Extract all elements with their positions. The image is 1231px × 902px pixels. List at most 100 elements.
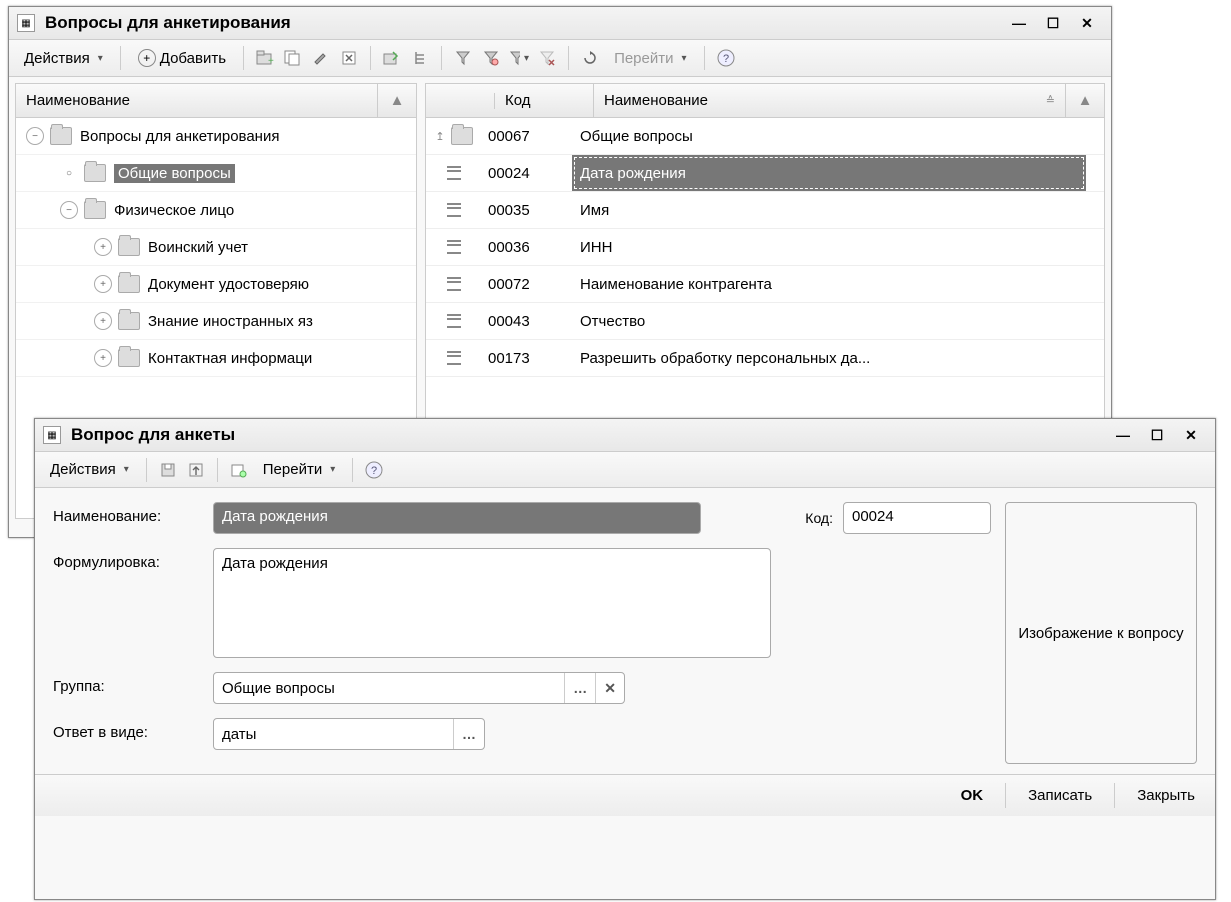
add-button[interactable]: + Добавить	[129, 44, 235, 72]
close-button[interactable]: ✕	[1077, 13, 1097, 33]
name-cell: Общие вопросы	[572, 118, 1086, 154]
code-cell: 00024	[482, 165, 572, 182]
table-row[interactable]: 00035Имя	[426, 192, 1104, 229]
ok-button[interactable]: OK	[953, 783, 992, 808]
item-icon	[426, 240, 482, 254]
expander-icon[interactable]: −	[26, 127, 44, 145]
table-row[interactable]: 00036ИНН	[426, 229, 1104, 266]
select-button[interactable]: …	[453, 719, 484, 749]
code-input[interactable]: 00024	[843, 502, 991, 534]
table-row[interactable]: 00024Дата рождения	[426, 155, 1104, 192]
window-title: Вопросы для анкетирования	[45, 13, 1009, 33]
expander-icon[interactable]: +	[94, 349, 112, 367]
table-row[interactable]: 00072Наименование контрагента	[426, 266, 1104, 303]
code-column-header[interactable]: Код	[495, 84, 594, 117]
tree-node-contact[interactable]: + Контактная информаци	[16, 340, 416, 377]
folder-icon	[118, 275, 140, 293]
question-form-window: ▦ Вопрос для анкеты — ☐ ✕ Действия Перей…	[34, 418, 1216, 900]
clear-button[interactable]: ✕	[595, 673, 624, 703]
tree-root[interactable]: − Вопросы для анкетирования	[16, 118, 416, 155]
name-label: Наименование:	[53, 502, 213, 525]
actions-menu[interactable]: Действия	[15, 45, 112, 72]
save-icon[interactable]	[157, 459, 179, 481]
tree-node-person[interactable]: − Физическое лицо	[16, 192, 416, 229]
tree-header[interactable]: Наименование	[16, 84, 378, 117]
name-cell: Разрешить обработку персональных да...	[572, 340, 1086, 376]
table-row[interactable]: 00173Разрешить обработку персональных да…	[426, 340, 1104, 377]
copy-icon[interactable]	[282, 47, 304, 69]
maximize-button[interactable]: ☐	[1147, 425, 1167, 445]
actions-menu[interactable]: Действия	[41, 456, 138, 483]
goto-menu[interactable]: Перейти	[254, 456, 344, 483]
save-button[interactable]: Записать	[1020, 783, 1100, 808]
filter-off-icon[interactable]	[480, 47, 502, 69]
name-cell: ИНН	[572, 229, 1086, 265]
clear-filter-icon[interactable]	[536, 47, 558, 69]
name-cell: Дата рождения	[572, 155, 1086, 191]
titlebar[interactable]: ▦ Вопрос для анкеты — ☐ ✕	[35, 419, 1215, 452]
expander-icon[interactable]: +	[94, 238, 112, 256]
folder-icon	[118, 312, 140, 330]
name-column-header[interactable]: Наименование ≙	[594, 84, 1066, 117]
help-icon[interactable]: ?	[715, 47, 737, 69]
filter-menu-icon[interactable]	[508, 47, 530, 69]
goto-menu[interactable]: Перейти	[605, 45, 695, 72]
svg-text:?: ?	[722, 53, 728, 65]
item-icon	[426, 277, 482, 291]
expander-icon[interactable]: +	[94, 312, 112, 330]
close-button[interactable]: ✕	[1181, 425, 1201, 445]
group-input[interactable]	[214, 675, 564, 702]
tree-node-general[interactable]: ○ Общие вопросы	[16, 155, 416, 192]
form-footer: OK Записать Закрыть	[35, 774, 1215, 816]
maximize-button[interactable]: ☐	[1043, 13, 1063, 33]
minimize-button[interactable]: —	[1113, 425, 1133, 445]
folder-icon	[118, 238, 140, 256]
add-group-icon[interactable]: +	[254, 47, 276, 69]
scroll-up-icon[interactable]: ▲	[1066, 84, 1104, 117]
window-title: Вопрос для анкеты	[71, 425, 1113, 445]
move-item-icon[interactable]	[381, 47, 403, 69]
answer-type-input[interactable]	[214, 721, 453, 748]
select-button[interactable]: …	[564, 673, 595, 703]
code-cell: 00035	[482, 202, 572, 219]
folder-icon	[84, 201, 106, 219]
item-icon	[426, 166, 482, 180]
scroll-up-icon[interactable]: ▲	[378, 84, 416, 117]
tree-node-identity[interactable]: + Документ удостоверяю	[16, 266, 416, 303]
toolbar: Действия Перейти ?	[35, 452, 1215, 488]
reread-icon[interactable]	[185, 459, 207, 481]
edit-icon[interactable]	[310, 47, 332, 69]
expander-icon[interactable]: ○	[60, 164, 78, 182]
name-input[interactable]: Дата рождения	[213, 502, 701, 534]
titlebar[interactable]: ▦ Вопросы для анкетирования — ☐ ✕	[9, 7, 1111, 40]
refresh-icon[interactable]	[579, 47, 601, 69]
table-row[interactable]: ↥00067Общие вопросы	[426, 118, 1104, 155]
expander-icon[interactable]: +	[94, 275, 112, 293]
code-cell: 00043	[482, 313, 572, 330]
tree-node-languages[interactable]: + Знание иностранных яз	[16, 303, 416, 340]
hierarchy-icon[interactable]	[409, 47, 431, 69]
delete-icon[interactable]	[338, 47, 360, 69]
code-cell: 00067	[482, 128, 572, 145]
group-label: Группа:	[53, 672, 213, 695]
code-cell: 00072	[482, 276, 572, 293]
minimize-button[interactable]: —	[1009, 13, 1029, 33]
item-icon	[426, 351, 482, 365]
folder-icon	[50, 127, 72, 145]
folder-icon	[118, 349, 140, 367]
tree-node-military[interactable]: + Воинский учет	[16, 229, 416, 266]
folder-icon: ↥	[426, 127, 482, 145]
create-from-icon[interactable]	[228, 459, 250, 481]
wording-textarea[interactable]: Дата рождения	[213, 548, 771, 658]
toolbar: Действия + Добавить + Перейти ?	[9, 40, 1111, 77]
item-icon	[426, 203, 482, 217]
help-icon[interactable]: ?	[363, 459, 385, 481]
folder-icon	[84, 164, 106, 182]
filter-by-value-icon[interactable]	[452, 47, 474, 69]
expander-icon[interactable]: −	[60, 201, 78, 219]
code-cell: 00036	[482, 239, 572, 256]
image-placeholder[interactable]: Изображение к вопросу	[1005, 502, 1197, 764]
name-cell: Отчество	[572, 303, 1086, 339]
table-row[interactable]: 00043Отчество	[426, 303, 1104, 340]
close-button[interactable]: Закрыть	[1129, 783, 1203, 808]
